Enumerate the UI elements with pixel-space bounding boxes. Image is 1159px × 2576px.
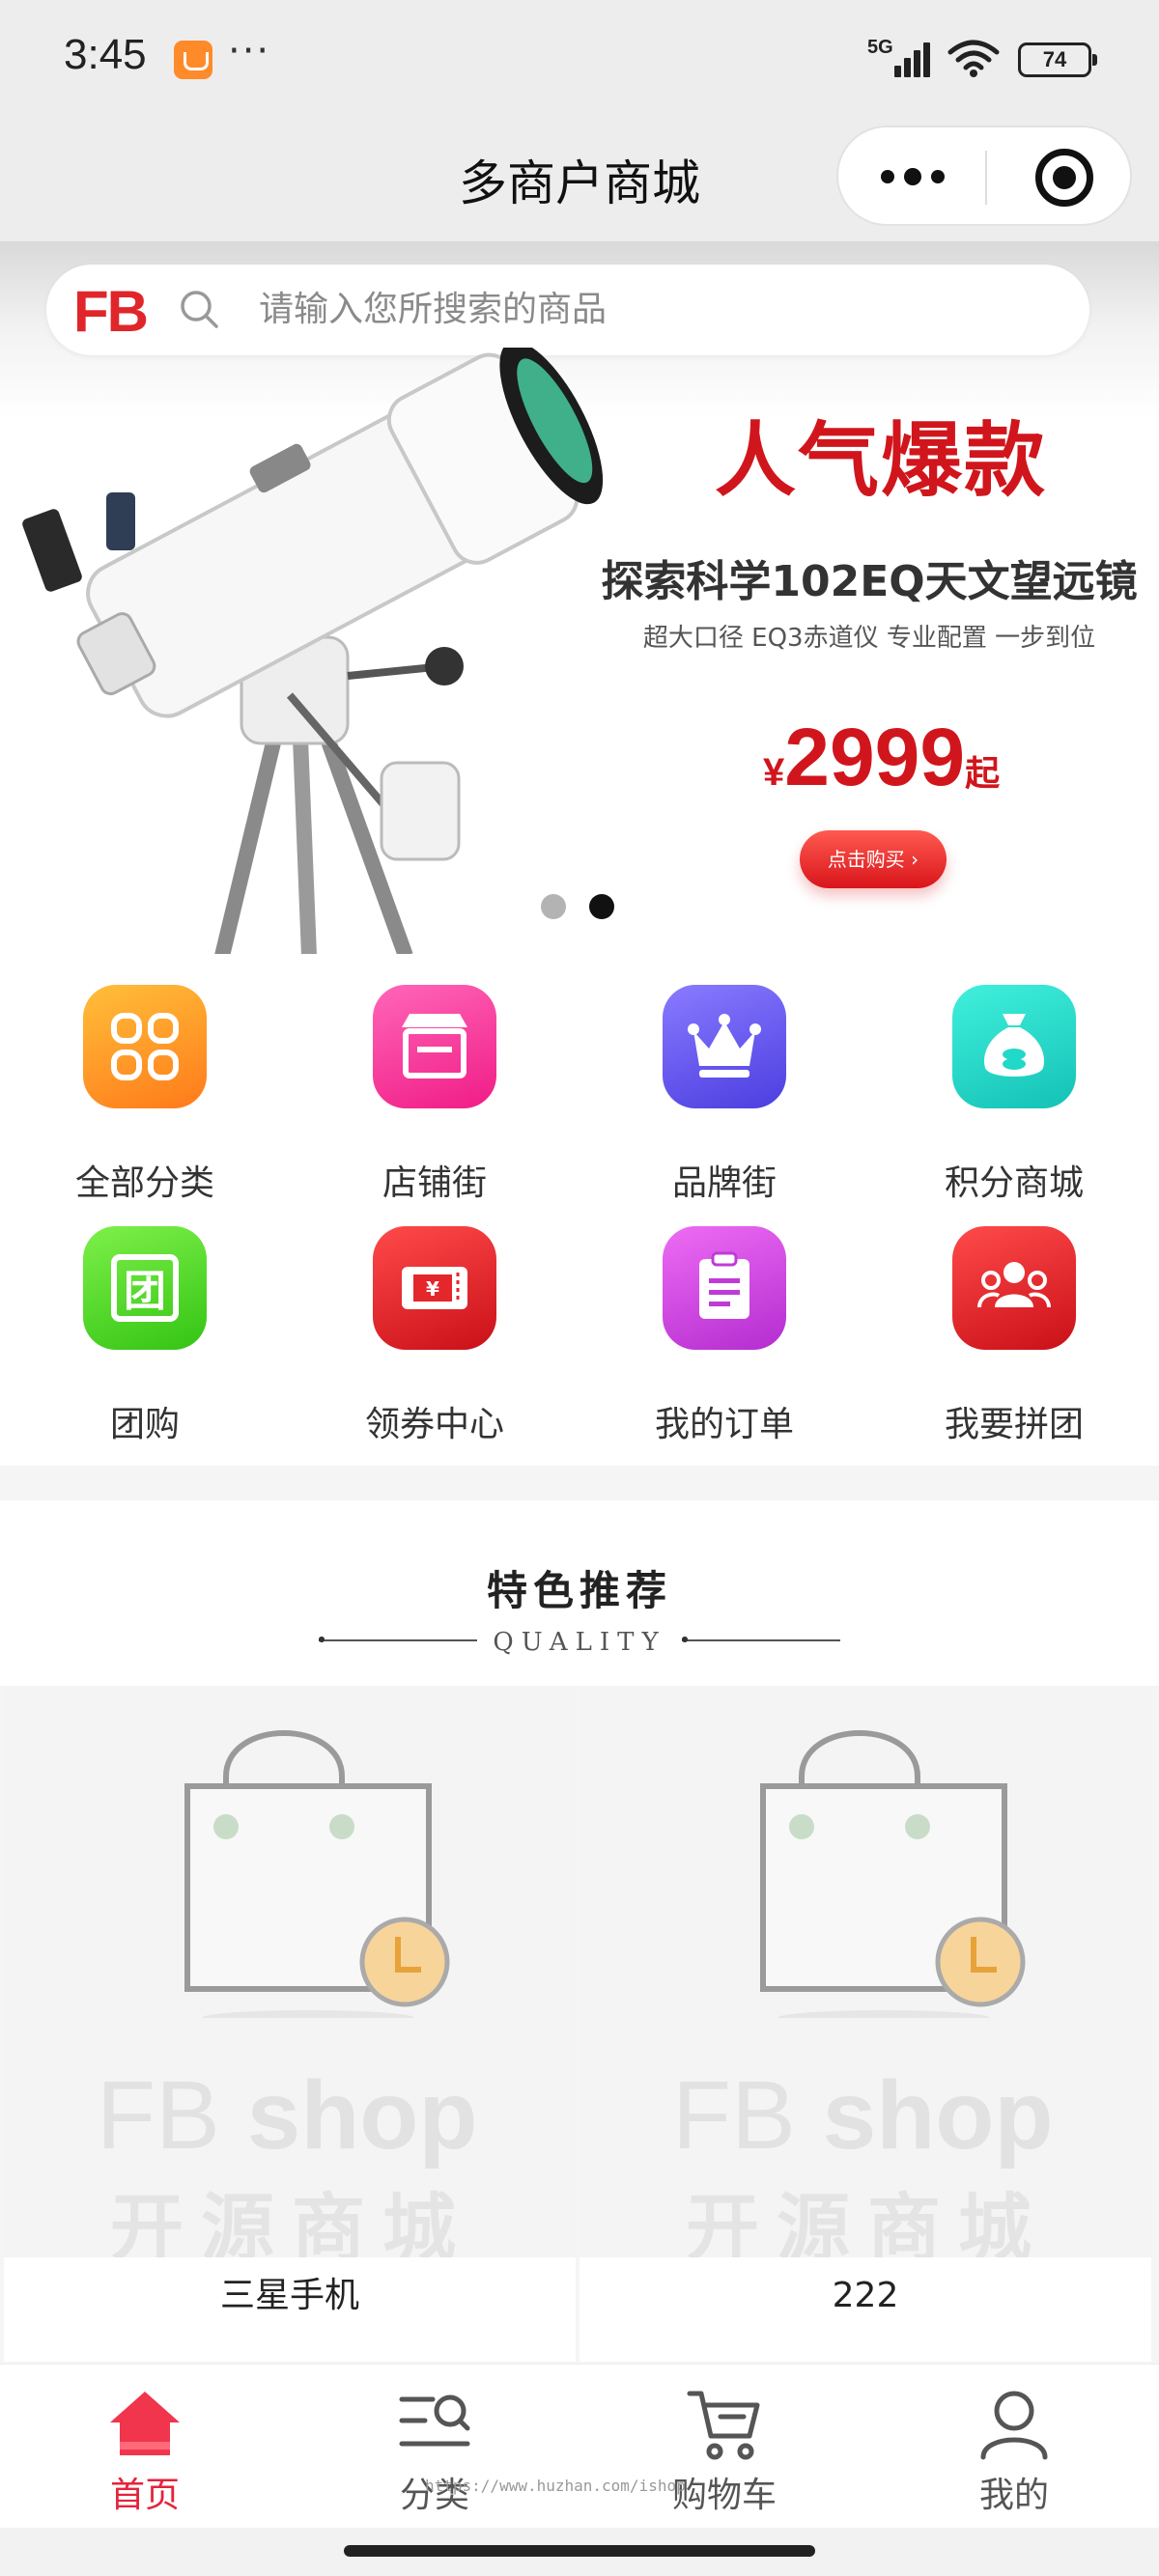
tab-label: 首页: [109, 2476, 180, 2515]
category-coupon-center[interactable]: ¥ 领券中心: [290, 1195, 580, 1444]
search-input[interactable]: [259, 265, 1051, 355]
promo-title: 人气爆款: [715, 413, 1048, 508]
svg-text:团: 团: [124, 1267, 166, 1316]
watermark-latin: FB shop: [97, 2061, 478, 2170]
product-list: FB shop 开源商城 三星手机 FB shop 开源商城 222: [0, 1686, 1159, 2362]
product-image-placeholder: FB shop 开源商城: [4, 1686, 576, 2257]
bottom-tab-bar: 首页 分类 购物车 我的 https://www.huzhan.com/isho…: [0, 2364, 1159, 2528]
category-brand-street[interactable]: 品牌街: [580, 954, 869, 1203]
wifi-icon: [947, 40, 1000, 77]
category-all[interactable]: 全部分类: [0, 954, 290, 1203]
search-icon: [181, 291, 218, 328]
capsule-divider: [985, 151, 987, 205]
category-grid: 全部分类 店铺街 品牌街 积分商城 团 团购 ¥ 领券中心 我的订单 我要拼团: [0, 954, 1159, 1466]
price-currency: ¥: [763, 751, 785, 794]
shop-logo: FB: [73, 279, 149, 344]
promo-banner[interactable]: FB 人气爆款 探索科学102EQ天文望远镜 超大口径: [0, 241, 1159, 954]
category-points-mall[interactable]: 积分商城: [869, 954, 1159, 1203]
tab-cart[interactable]: 购物车: [580, 2365, 869, 2529]
watermark-cn: 开源商城: [686, 2185, 1049, 2257]
promo-subtitle: 探索科学102EQ天文望远镜: [601, 557, 1138, 606]
product-name: 222: [832, 2276, 899, 2315]
svg-text:¥: ¥: [426, 1277, 439, 1301]
status-bar: 3:45 ··· 5G 74: [0, 0, 1159, 116]
banner-pagination: [541, 894, 618, 921]
title-divider-right: [682, 1637, 840, 1642]
tab-profile[interactable]: 我的: [869, 2365, 1159, 2529]
home-indicator[interactable]: [344, 2545, 815, 2557]
miniprogram-capsule: [836, 126, 1132, 226]
watermark-latin: FB shop: [672, 2061, 1054, 2170]
category-team-buy[interactable]: 我要拼团: [869, 1195, 1159, 1444]
status-more-indicator: ···: [228, 29, 271, 73]
category-label: 我要拼团: [944, 1405, 1084, 1444]
battery-indicator: 74: [1018, 42, 1097, 77]
section-subtitle: QUALITY: [493, 1628, 666, 1657]
group-buy-icon: 团: [83, 1226, 207, 1350]
grid-icon: [83, 985, 207, 1108]
tab-category[interactable]: 分类: [290, 2365, 580, 2529]
section-title: 特色推荐: [486, 1567, 672, 1614]
product-name: 三星手机: [219, 2276, 359, 2315]
category-label: 团购: [109, 1405, 180, 1444]
team-icon: [952, 1226, 1076, 1350]
product-image-placeholder: FB shop 开源商城: [580, 1686, 1151, 2257]
status-time: 3:45: [64, 31, 147, 78]
cart-icon: [687, 2391, 760, 2460]
category-store-street[interactable]: 店铺街: [290, 954, 580, 1203]
recommend-section-header: 特色推荐 QUALITY: [0, 1500, 1159, 1686]
notification-app-icon: [174, 41, 212, 79]
pagination-dot[interactable]: [541, 894, 566, 919]
navigation-bar: 多商户商城: [0, 116, 1159, 241]
category-search-icon: [399, 2394, 470, 2447]
buy-now-button[interactable]: 点击购买 ›: [800, 830, 947, 888]
money-bag-icon: [952, 985, 1076, 1108]
more-menu-icon[interactable]: [881, 168, 948, 187]
url-watermark: https://www.huzhan.com/ishop: [425, 2477, 686, 2495]
tab-home[interactable]: 首页: [0, 2365, 290, 2529]
price-value: 2999: [784, 712, 966, 802]
product-card[interactable]: FB shop 开源商城 三星手机: [4, 1686, 576, 2362]
store-icon: [373, 985, 496, 1108]
user-icon: [980, 2391, 1048, 2460]
promo-price: ¥2999起: [763, 711, 1000, 804]
search-bar[interactable]: FB: [46, 265, 1089, 355]
order-icon: [663, 1226, 786, 1350]
category-label: 领券中心: [364, 1405, 504, 1444]
watermark-cn: 开源商城: [110, 2185, 473, 2257]
home-icon: [110, 2392, 180, 2455]
telescope-image: [22, 348, 604, 954]
shopping-bag-icon: [184, 1730, 450, 2018]
shopping-bag-icon: [760, 1730, 1026, 2018]
signal-icon: [889, 39, 937, 77]
coupon-icon: ¥: [373, 1226, 496, 1350]
close-miniprogram-icon[interactable]: [1035, 149, 1093, 207]
product-card[interactable]: FB shop 开源商城 222: [580, 1686, 1151, 2362]
price-suffix: 起: [965, 753, 1001, 793]
promo-description: 超大口径 EQ3赤道仪 专业配置 一步到位: [642, 624, 1096, 653]
category-label: 我的订单: [654, 1405, 794, 1444]
pagination-dot-active[interactable]: [589, 894, 614, 919]
crown-icon: [663, 985, 786, 1108]
tab-label: 我的: [978, 2476, 1049, 2515]
category-group-buy[interactable]: 团 团购: [0, 1195, 290, 1444]
category-my-orders[interactable]: 我的订单: [580, 1195, 869, 1444]
